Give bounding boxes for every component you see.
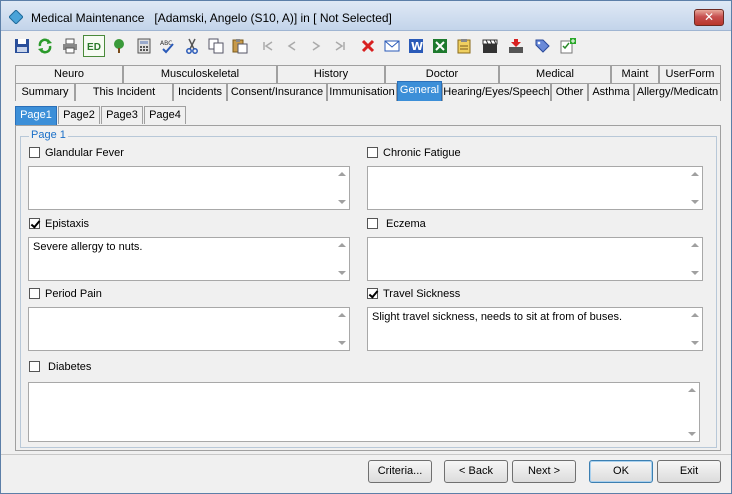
glandular-fever-notes[interactable] xyxy=(28,166,350,210)
period-pain-row: Period Pain xyxy=(29,287,102,302)
tab-general[interactable]: General xyxy=(397,81,442,101)
window-title: Medical Maintenance [Adamski, Angelo (S1… xyxy=(31,11,392,25)
chronic-fatigue-label: Chronic Fatigue xyxy=(383,147,461,160)
travel-sickness-scrollbar[interactable] xyxy=(688,308,702,350)
glandular-fever-row: Glandular Fever xyxy=(29,146,124,161)
first-record-icon[interactable] xyxy=(257,35,279,57)
epistaxis-notes[interactable]: Severe allergy to nuts. xyxy=(28,237,350,281)
calculator-icon[interactable] xyxy=(133,35,155,57)
ok-button[interactable]: OK xyxy=(589,460,653,483)
copy-icon[interactable] xyxy=(205,35,227,57)
tab-page3[interactable]: Page3 xyxy=(101,106,143,124)
save-icon[interactable] xyxy=(11,35,33,57)
tab-neuro[interactable]: Neuro xyxy=(15,65,123,83)
toolbar: ED ABC W xyxy=(9,35,729,59)
diabetes-row: Diabetes xyxy=(29,360,92,375)
email-icon[interactable] xyxy=(381,35,403,57)
eczema-notes[interactable] xyxy=(367,237,703,281)
delete-icon[interactable] xyxy=(357,35,379,57)
app-icon xyxy=(9,10,23,24)
cut-icon[interactable] xyxy=(181,35,203,57)
import-icon[interactable] xyxy=(505,35,527,57)
chronic-fatigue-scrollbar[interactable] xyxy=(688,167,702,209)
tab-consent-insurance[interactable]: Consent/Insurance xyxy=(227,83,327,101)
tab-page1[interactable]: Page1 xyxy=(15,106,57,125)
glandular-fever-scrollbar[interactable] xyxy=(335,167,349,209)
back-button[interactable]: < Back xyxy=(444,460,508,483)
chronic-fatigue-checkbox[interactable] xyxy=(367,146,378,158)
tab-musculoskeletal[interactable]: Musculoskeletal xyxy=(123,65,277,83)
page1-group-label: Page 1 xyxy=(29,129,68,141)
chronic-fatigue-row: Chronic Fatigue xyxy=(367,146,461,161)
travel-sickness-label: Travel Sickness xyxy=(383,288,461,301)
tab-summary[interactable]: Summary xyxy=(15,83,75,101)
footer-divider xyxy=(1,454,731,455)
tab-immunisation[interactable]: Immunisation xyxy=(327,83,397,101)
previous-record-icon[interactable] xyxy=(281,35,303,57)
tree-icon[interactable] xyxy=(108,35,130,57)
epistaxis-checkbox[interactable] xyxy=(29,217,40,229)
period-pain-notes[interactable] xyxy=(28,307,350,351)
tab-this-incident[interactable]: This Incident xyxy=(75,83,173,101)
criteria-button[interactable]: Criteria... xyxy=(368,460,432,483)
svg-text:W: W xyxy=(411,40,423,53)
period-pain-scrollbar[interactable] xyxy=(335,308,349,350)
paste-icon[interactable] xyxy=(229,35,251,57)
notes-icon[interactable] xyxy=(453,35,475,57)
exit-button[interactable]: Exit xyxy=(657,460,721,483)
clapper-icon[interactable] xyxy=(479,35,501,57)
period-pain-label: Period Pain xyxy=(45,288,102,301)
tab-other[interactable]: Other xyxy=(551,83,588,101)
diabetes-scrollbar[interactable] xyxy=(685,383,699,441)
epistaxis-scrollbar[interactable] xyxy=(335,238,349,280)
close-button[interactable]: ✕ xyxy=(694,9,724,26)
tab-page4[interactable]: Page4 xyxy=(144,106,186,124)
tab-asthma[interactable]: Asthma xyxy=(588,83,634,101)
eczema-row: Eczema xyxy=(367,217,426,232)
eczema-scrollbar[interactable] xyxy=(688,238,702,280)
epistaxis-row: Epistaxis xyxy=(29,217,90,232)
glandular-fever-label: Glandular Fever xyxy=(45,147,124,160)
glandular-fever-checkbox[interactable] xyxy=(29,146,40,158)
refresh-icon[interactable] xyxy=(34,35,56,57)
next-record-icon[interactable] xyxy=(305,35,327,57)
diabetes-checkbox[interactable] xyxy=(29,360,40,372)
checklist-add-icon[interactable] xyxy=(557,35,579,57)
spellcheck-icon[interactable]: ABC xyxy=(157,35,179,57)
epistaxis-label: Epistaxis xyxy=(45,218,90,231)
travel-sickness-notes[interactable]: Slight travel sickness, needs to sit at … xyxy=(367,307,703,351)
last-record-icon[interactable] xyxy=(329,35,351,57)
tab-page2[interactable]: Page2 xyxy=(58,106,100,124)
diabetes-notes[interactable] xyxy=(28,382,700,442)
print-icon[interactable] xyxy=(59,35,81,57)
tab-history[interactable]: History xyxy=(277,65,385,83)
title-bar: Medical Maintenance [Adamski, Angelo (S1… xyxy=(1,1,731,31)
tag-icon[interactable] xyxy=(531,35,553,57)
eczema-checkbox[interactable] xyxy=(367,217,378,229)
tab-hearing-eyes-speech[interactable]: Hearing/Eyes/Speech xyxy=(442,83,551,101)
tab-userform[interactable]: UserForm xyxy=(659,65,721,83)
travel-sickness-checkbox[interactable] xyxy=(367,287,378,299)
eczema-label: Eczema xyxy=(386,218,426,231)
travel-sickness-row: Travel Sickness xyxy=(367,287,461,302)
word-icon[interactable]: W xyxy=(405,35,427,57)
period-pain-checkbox[interactable] xyxy=(29,287,40,299)
chronic-fatigue-notes[interactable] xyxy=(367,166,703,210)
excel-icon[interactable] xyxy=(429,35,451,57)
ed-icon[interactable]: ED xyxy=(83,35,105,57)
medical-maintenance-window: Medical Maintenance [Adamski, Angelo (S1… xyxy=(0,0,732,494)
next-button[interactable]: Next > xyxy=(512,460,576,483)
diabetes-label: Diabetes xyxy=(48,361,92,374)
tab-allergy-medicatn[interactable]: Allergy/Medicatn xyxy=(634,83,721,101)
tab-maint[interactable]: Maint xyxy=(611,65,659,83)
tab-medical[interactable]: Medical xyxy=(499,65,611,83)
tab-incidents[interactable]: Incidents xyxy=(173,83,227,101)
